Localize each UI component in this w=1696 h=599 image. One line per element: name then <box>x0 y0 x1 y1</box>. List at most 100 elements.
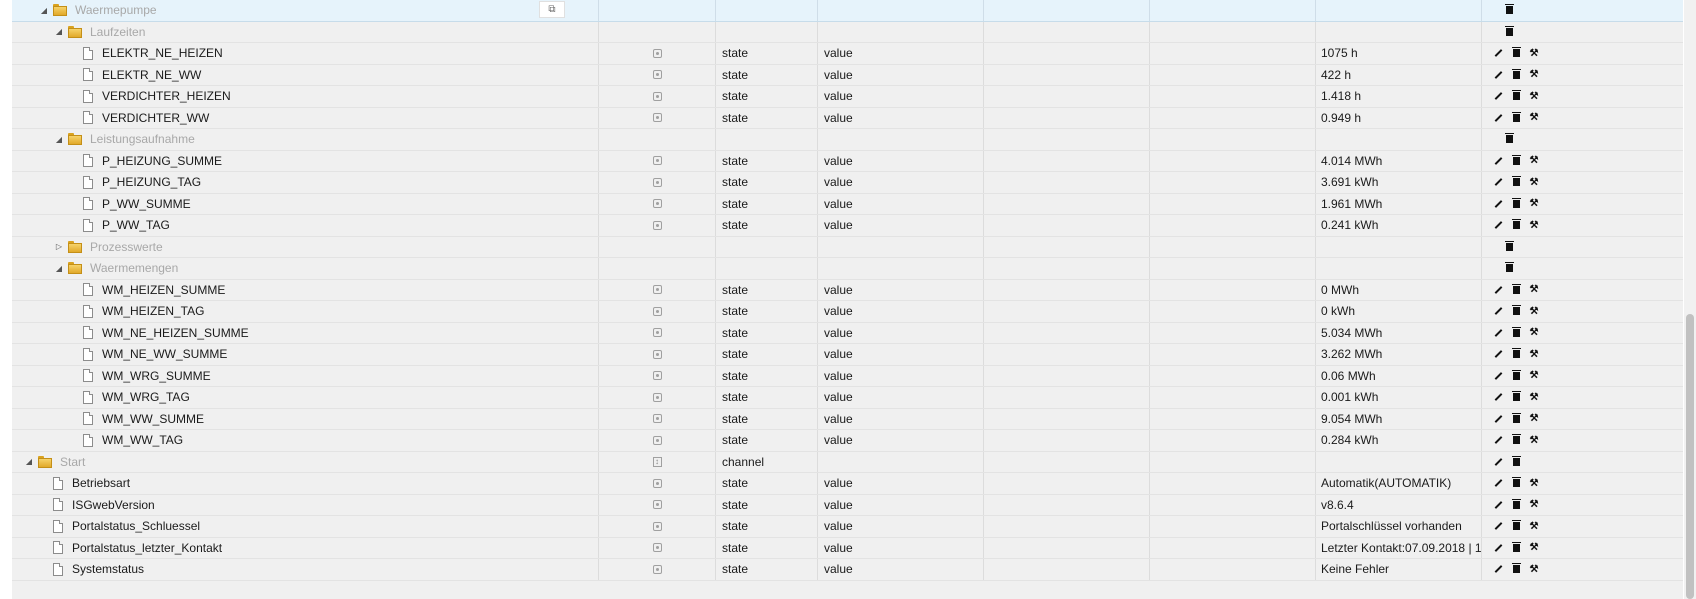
channel-row[interactable]: ◢ Start ↕ channel <box>12 451 1683 473</box>
wrench-icon[interactable]: ⚒ <box>1526 88 1542 104</box>
pencil-icon[interactable] <box>1490 497 1506 513</box>
pencil-icon[interactable] <box>1490 368 1506 384</box>
trash-icon[interactable] <box>1508 67 1524 83</box>
trash-icon[interactable] <box>1508 497 1524 513</box>
state-id-label[interactable]: VERDICHTER_WW <box>102 111 209 125</box>
state-id-label[interactable]: P_HEIZUNG_SUMME <box>102 154 222 168</box>
state-id-label[interactable]: WM_WW_SUMME <box>102 412 204 426</box>
wrench-icon[interactable]: ⚒ <box>1526 497 1542 513</box>
trash-icon[interactable] <box>1508 540 1524 556</box>
trash-icon[interactable] <box>1508 411 1524 427</box>
pencil-icon[interactable] <box>1490 540 1506 556</box>
trash-icon[interactable] <box>1508 217 1524 233</box>
state-id-label[interactable]: WM_HEIZEN_SUMME <box>102 283 225 297</box>
state-id-label[interactable]: P_WW_TAG <box>102 218 170 232</box>
pencil-icon[interactable] <box>1490 174 1506 190</box>
trash-icon[interactable] <box>1501 2 1517 18</box>
table-row[interactable]: WM_HEIZEN_TAG state value 0 kWh ⚒ <box>12 301 1683 323</box>
value-cell[interactable] <box>1316 236 1482 257</box>
trash-icon[interactable] <box>1508 432 1524 448</box>
wrench-icon[interactable]: ⚒ <box>1526 368 1542 384</box>
value-label[interactable]: Automatik(AUTOMATIK) <box>1321 476 1451 490</box>
folder-label[interactable]: Waermepumpe <box>75 3 157 17</box>
table-row[interactable]: WM_NE_HEIZEN_SUMME state value 5.034 MWh ⚒ <box>12 322 1683 344</box>
wrench-icon[interactable]: ⚒ <box>1526 325 1542 341</box>
wrench-icon[interactable]: ⚒ <box>1526 45 1542 61</box>
trash-icon[interactable] <box>1508 346 1524 362</box>
wrench-icon[interactable]: ⚒ <box>1526 303 1542 319</box>
folder-row[interactable]: ◢ Waermemengen <box>12 258 1683 280</box>
pencil-icon[interactable] <box>1490 110 1506 126</box>
wrench-icon[interactable]: ⚒ <box>1526 153 1542 169</box>
state-id-label[interactable]: WM_WW_TAG <box>102 433 183 447</box>
table-row[interactable]: P_WW_SUMME state value 1.961 MWh ⚒ <box>12 193 1683 215</box>
value-cell[interactable]: 5.034 MWh <box>1316 322 1482 343</box>
trash-icon[interactable] <box>1508 389 1524 405</box>
state-id-label[interactable]: WM_HEIZEN_TAG <box>102 304 204 318</box>
vertical-scrollbar[interactable] <box>1684 0 1696 599</box>
value-cell[interactable]: 0 MWh <box>1316 279 1482 300</box>
wrench-icon[interactable]: ⚒ <box>1526 282 1542 298</box>
wrench-icon[interactable]: ⚒ <box>1526 217 1542 233</box>
table-row[interactable]: Systemstatus state value Keine Fehler ⚒ <box>12 559 1683 581</box>
folder-label[interactable]: Prozesswerte <box>90 240 163 254</box>
pencil-icon[interactable] <box>1490 282 1506 298</box>
pencil-icon[interactable] <box>1490 325 1506 341</box>
value-label[interactable]: 0.241 kWh <box>1321 218 1378 232</box>
state-id-label[interactable]: Betriebsart <box>72 476 130 490</box>
pencil-icon[interactable] <box>1490 411 1506 427</box>
trash-icon[interactable] <box>1501 131 1517 147</box>
wrench-icon[interactable]: ⚒ <box>1526 67 1542 83</box>
trash-icon[interactable] <box>1501 24 1517 40</box>
value-cell[interactable]: 0.241 kWh <box>1316 215 1482 236</box>
wrench-icon[interactable]: ⚒ <box>1526 561 1542 577</box>
table-row[interactable]: WM_HEIZEN_SUMME state value 0 MWh ⚒ <box>12 279 1683 301</box>
value-label[interactable]: Keine Fehler <box>1321 562 1389 576</box>
trash-icon[interactable] <box>1508 88 1524 104</box>
pencil-icon[interactable] <box>1490 217 1506 233</box>
copy-icon[interactable]: ⧉ <box>539 1 565 18</box>
value-label[interactable]: 3.262 MWh <box>1321 347 1382 361</box>
folder-label[interactable]: Start <box>60 455 85 469</box>
table-row[interactable]: ELEKTR_NE_WW state value 422 h ⚒ <box>12 64 1683 86</box>
folder-row[interactable]: ◢ Laufzeiten <box>12 21 1683 43</box>
table-row[interactable]: VERDICHTER_WW state value 0.949 h ⚒ <box>12 107 1683 129</box>
value-cell[interactable]: 0 kWh <box>1316 301 1482 322</box>
value-label[interactable]: 0.06 MWh <box>1321 369 1376 383</box>
value-cell[interactable]: 0.001 kWh <box>1316 387 1482 408</box>
pencil-icon[interactable] <box>1490 88 1506 104</box>
state-id-label[interactable]: WM_NE_HEIZEN_SUMME <box>102 326 249 340</box>
trash-icon[interactable] <box>1508 518 1524 534</box>
folder-row[interactable]: ◢ Leistungsaufnahme <box>12 129 1683 151</box>
table-row[interactable]: P_HEIZUNG_SUMME state value 4.014 MWh ⚒ <box>12 150 1683 172</box>
folder-row[interactable]: ◢ Waermepumpe ⧉ <box>12 0 1683 22</box>
scrollbar-thumb[interactable] <box>1686 314 1694 599</box>
trash-icon[interactable] <box>1508 561 1524 577</box>
value-label[interactable]: 0 kWh <box>1321 304 1355 318</box>
value-cell[interactable]: 3.691 kWh <box>1316 172 1482 193</box>
state-id-label[interactable]: ISGwebVersion <box>72 498 155 512</box>
folder-label[interactable]: Leistungsaufnahme <box>90 132 195 146</box>
table-row[interactable]: WM_WW_SUMME state value 9.054 MWh ⚒ <box>12 408 1683 430</box>
folder-row[interactable]: ▷ Prozesswerte <box>12 236 1683 258</box>
wrench-icon[interactable]: ⚒ <box>1526 346 1542 362</box>
trash-icon[interactable] <box>1508 454 1524 470</box>
value-label[interactable]: 0.284 kWh <box>1321 433 1378 447</box>
value-cell[interactable]: 0.06 MWh <box>1316 365 1482 386</box>
value-label[interactable]: 0 MWh <box>1321 283 1359 297</box>
value-cell[interactable]: Automatik(AUTOMATIK) <box>1316 473 1482 494</box>
pencil-icon[interactable] <box>1490 303 1506 319</box>
trash-icon[interactable] <box>1508 368 1524 384</box>
wrench-icon[interactable]: ⚒ <box>1526 174 1542 190</box>
table-row[interactable]: WM_WRG_SUMME state value 0.06 MWh ⚒ <box>12 365 1683 387</box>
value-cell[interactable]: Portalschlüssel vorhanden <box>1316 516 1482 537</box>
pencil-icon[interactable] <box>1490 346 1506 362</box>
state-id-label[interactable]: P_HEIZUNG_TAG <box>102 175 201 189</box>
value-cell[interactable]: 1075 h <box>1316 43 1482 64</box>
table-row[interactable]: WM_NE_WW_SUMME state value 3.262 MWh ⚒ <box>12 344 1683 366</box>
trash-icon[interactable] <box>1508 153 1524 169</box>
value-cell[interactable]: 1.961 MWh <box>1316 193 1482 214</box>
trash-icon[interactable] <box>1508 45 1524 61</box>
table-row[interactable]: Portalstatus_letzter_Kontakt state value Le… <box>12 537 1683 559</box>
value-label[interactable]: 3.691 kWh <box>1321 175 1378 189</box>
